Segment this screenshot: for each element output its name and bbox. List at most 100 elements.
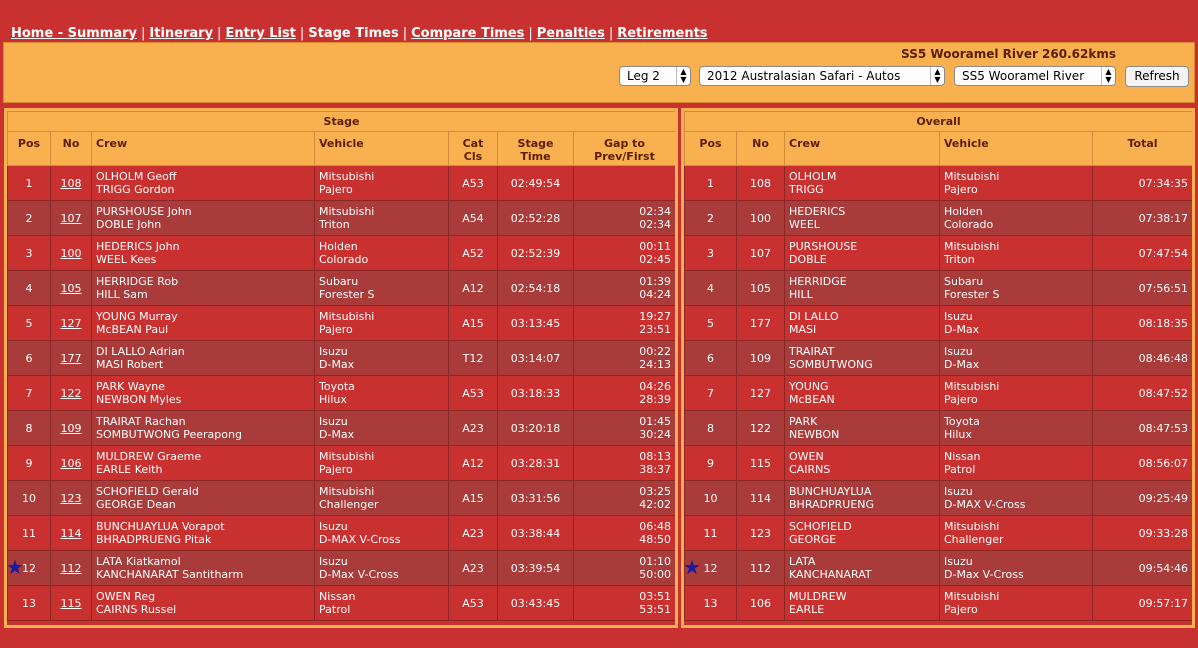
car-number-cell: 112 (736, 550, 785, 586)
nav-home-summary[interactable]: Home - Summary (11, 26, 137, 41)
stage-time-cell: 03:38:44 (497, 515, 574, 551)
total-time-cell: 07:38:17 (1091, 200, 1192, 236)
nav-retirements[interactable]: Retirements (617, 26, 707, 41)
car-number-link[interactable]: 108 (50, 165, 92, 201)
vehicle-cell: Subaru Forester S (939, 270, 1093, 306)
vehicle-cell: Toyota Hilux (314, 375, 449, 411)
table-row: 5 177 DI LALLO MASI Isuzu D-Max 08:18:35 (684, 305, 1192, 341)
car-number-link[interactable]: 114 (50, 515, 92, 551)
car-number-link[interactable]: 115 (50, 585, 92, 621)
total-time-cell: 07:34:35 (1091, 165, 1192, 201)
car-number-link[interactable]: 106 (50, 445, 92, 481)
total-time-cell: 09:25:49 (1091, 480, 1192, 516)
vehicle-cell: Mitsubishi Pajero (314, 165, 449, 201)
chevron-updown-icon: ▲ ▼ (930, 67, 944, 85)
car-number-link[interactable]: 100 (50, 235, 92, 271)
leg-select[interactable]: Leg 2 ▲ ▼ (619, 66, 691, 86)
vehicle-cell: Mitsubishi Pajero (939, 375, 1093, 411)
table-row: 1 108 OLHOLM Geoff TRIGG Gordon Mitsubishi Pa… (7, 165, 675, 201)
car-number-cell: 108 (736, 165, 785, 201)
table-row: 6 177 DI LALLO Adrian MASI Robert Isuzu D-Max… (7, 340, 675, 376)
cat-cell: A23 (448, 410, 498, 446)
car-number-cell: 127 (736, 375, 785, 411)
nav-separator: | (608, 26, 614, 41)
car-number-link[interactable]: 105 (50, 270, 92, 306)
table-row: 7 127 YOUNG McBEAN Mitsubishi Pajero 08:47:52 (684, 375, 1192, 411)
total-time-cell: 08:47:53 (1091, 410, 1192, 446)
pos-cell: 4 (684, 270, 737, 306)
event-select[interactable]: 2012 Australasian Safari - Autos ▲ ▼ (699, 66, 945, 86)
table-row: 4 105 HERRIDGE Rob HILL Sam Subaru Forester S… (7, 270, 675, 306)
vehicle-cell: Isuzu D-Max (939, 305, 1093, 341)
vehicle-cell: Toyota Hilux (939, 410, 1093, 446)
col-pos: Pos (684, 131, 737, 166)
stage-time-cell: 03:18:33 (497, 375, 574, 411)
chevron-updown-icon: ▲ ▼ (1101, 67, 1115, 85)
vehicle-cell: Mitsubishi Triton (939, 235, 1093, 271)
col-vehicle: Vehicle (314, 131, 449, 166)
event-select-value: 2012 Australasian Safari - Autos (707, 69, 901, 83)
pos-cell: 2 (7, 200, 51, 236)
refresh-button[interactable]: Refresh (1125, 66, 1189, 87)
nav-stage-times: Stage Times (308, 26, 399, 41)
pos-cell: 3 (7, 235, 51, 271)
gap-cell: 04:26 28:39 (573, 375, 675, 411)
nav-separator: | (528, 26, 533, 41)
vehicle-cell: Isuzu D-Max (939, 340, 1093, 376)
pos-cell: 7 (684, 375, 737, 411)
car-number-cell: 122 (736, 410, 785, 446)
vehicle-cell: Mitsubishi Pajero (314, 305, 449, 341)
car-number-link[interactable]: 112 (50, 550, 92, 586)
table-row: 10 123 SCHOFIELD Gerald GEORGE Dean Mitsubis… (7, 480, 675, 516)
nav-itinerary[interactable]: Itinerary (149, 26, 213, 41)
pos-cell: 7 (7, 375, 51, 411)
total-time-cell: 08:18:35 (1091, 305, 1192, 341)
stage-select[interactable]: SS5 Wooramel River ▲ ▼ (954, 66, 1116, 86)
car-number-cell: 115 (736, 445, 785, 481)
stage-time-cell: 03:14:07 (497, 340, 574, 376)
total-time-cell: 08:47:52 (1091, 375, 1192, 411)
cat-cell: A23 (448, 550, 498, 586)
vehicle-cell: Isuzu D-Max (314, 340, 449, 376)
vehicle-cell: Isuzu D-Max V-Cross (939, 550, 1093, 586)
car-number-link[interactable]: 107 (50, 200, 92, 236)
vehicle-cell: Isuzu D-MAX V-Cross (314, 515, 449, 551)
nav-separator: | (141, 26, 146, 41)
stage-times-table: Stage Pos No Crew Vehicle Cat Cls Stage Ti… (7, 111, 675, 621)
car-number-link[interactable]: 127 (50, 305, 92, 341)
cat-cell: A12 (448, 270, 498, 306)
car-number-link[interactable]: 177 (50, 340, 92, 376)
vehicle-cell: Mitsubishi Challenger (939, 515, 1093, 551)
pos-cell: 6 (7, 340, 51, 376)
table-row: 11 114 BUNCHUAYLUA Vorapot BHRADPRUENG Pita… (7, 515, 675, 551)
car-number-link[interactable]: 122 (50, 375, 92, 411)
table-row: 11 123 SCHOFIELD GEORGE Mitsubishi Challenger… (684, 515, 1192, 551)
pos-cell: 10 (7, 480, 51, 516)
stage-times-panel: Stage Pos No Crew Vehicle Cat Cls Stage Ti… (4, 108, 678, 628)
nav-penalties[interactable]: Penalties (537, 26, 605, 41)
car-number-cell: 177 (736, 305, 785, 341)
pos-cell: 8 (7, 410, 51, 446)
crew-cell: YOUNG McBEAN (784, 375, 940, 411)
car-number-cell: 106 (736, 585, 785, 621)
car-number-cell: 123 (736, 515, 785, 551)
table-row: 5 127 YOUNG Murray McBEAN Paul Mitsubishi Paj… (7, 305, 675, 341)
table-row: 7 122 PARK Wayne NEWBON Myles Toyota Hilux A53… (7, 375, 675, 411)
crew-cell: MULDREW EARLE (784, 585, 940, 621)
car-number-link[interactable]: 109 (50, 410, 92, 446)
control-bar: SS5 Wooramel River 260.62kms Leg 2 ▲ ▼ 20… (3, 42, 1195, 103)
col-gap: Gap to Prev/First (573, 131, 675, 166)
gap-cell: 06:48 48:50 (573, 515, 675, 551)
car-number-link[interactable]: 123 (50, 480, 92, 516)
stage-time-cell: 03:20:18 (497, 410, 574, 446)
pos-cell: 9 (7, 445, 51, 481)
nav-entry-list[interactable]: Entry List (225, 26, 295, 41)
table-row: 2 107 PURSHOUSE John DOBLE John Mitsubishi Tr… (7, 200, 675, 236)
pos-cell: 13 (7, 585, 51, 621)
gap-cell: 00:11 02:45 (573, 235, 675, 271)
nav-compare-times[interactable]: Compare Times (411, 26, 524, 41)
vehicle-cell: Nissan Patrol (939, 445, 1093, 481)
table-row: 6 109 TRAIRAT SOMBUTWONG Isuzu D-Max 08:46:48 (684, 340, 1192, 376)
cat-cell: A15 (448, 480, 498, 516)
pos-cell: 13 (684, 585, 737, 621)
